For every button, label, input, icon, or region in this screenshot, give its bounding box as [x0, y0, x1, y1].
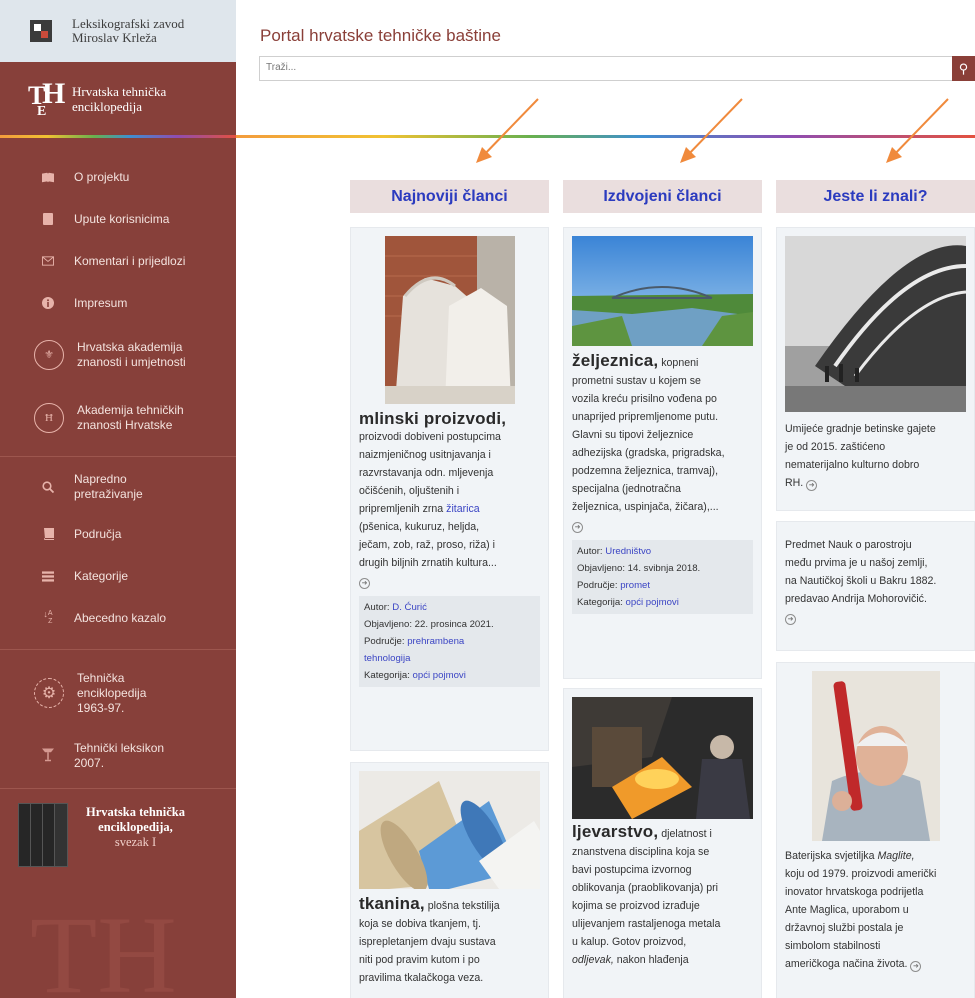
- sidebar-item-leksikon[interactable]: Tehnički leksikon 2007.: [0, 730, 236, 782]
- fact-image[interactable]: [785, 236, 966, 412]
- sidebar-divider: [0, 649, 236, 650]
- article-headword[interactable]: ljevarstvo,: [572, 822, 658, 841]
- sidebar-item-upute[interactable]: Upute korisnicima: [0, 198, 236, 240]
- sidebar-item-napredno[interactable]: Napredno pretraživanje: [0, 461, 236, 513]
- hte-name: Hrvatska tehnička enciklopedija: [72, 84, 167, 114]
- sidebar-item-hatz[interactable]: Ħ Akademija tehničkih znanosti Hrvatske: [0, 386, 236, 450]
- article-image[interactable]: [359, 771, 540, 889]
- category-link[interactable]: opći pojmovi: [626, 597, 679, 608]
- column-heading[interactable]: Jeste li znali?: [776, 180, 975, 213]
- hte-volume-link[interactable]: Hrvatska tehnička enciklopedija, svezak …: [0, 789, 236, 881]
- sidebar-item-hazu[interactable]: ⚜ Hrvatska akademija znanosti i umjetnost…: [0, 324, 236, 386]
- sidebar-item-kategorije[interactable]: Kategorije: [0, 555, 236, 597]
- column-newest: Najnoviji članci: [350, 180, 549, 213]
- gear-wheel-icon: ⚙: [34, 678, 64, 708]
- article-meta: Autor: D. Ćurić Objavljeno: 22. prosinca…: [359, 596, 540, 687]
- fact-card: Baterijska svjetiljka Maglite, koju od 1…: [776, 662, 975, 998]
- sidebar-item-te-1963[interactable]: ⚙ Tehnička enciklopedija 1963-97.: [0, 656, 236, 730]
- search-button[interactable]: ⚲: [952, 56, 975, 81]
- info-icon: [42, 297, 54, 309]
- main-content: Portal hrvatske tehničke baštine Traži..…: [236, 0, 975, 998]
- book-icon: [42, 528, 54, 540]
- more-arrow-icon[interactable]: ➜: [910, 961, 922, 972]
- page-title: Portal hrvatske tehničke baštine: [260, 26, 501, 45]
- more-arrow-icon[interactable]: ➜: [806, 480, 818, 491]
- app-root: Leksikografski zavod Miroslav Krleža THE…: [0, 0, 975, 998]
- sidebar-nav: O projektu Upute korisnicima Komentari i…: [0, 136, 236, 450]
- arrow-decoration: [886, 98, 949, 163]
- article-text: željeznica, kopneni prometni sustav u ko…: [572, 351, 725, 533]
- sidebar-divider: [0, 456, 236, 457]
- article-card: tkanina, plošna tekstilija koja se dobiv…: [350, 762, 549, 998]
- more-arrow-icon[interactable]: ➜: [572, 522, 583, 533]
- fact-card: Umijeće gradnje betinske gajete je od 20…: [776, 227, 975, 511]
- sidebar-item-podrucja[interactable]: Područja: [0, 513, 236, 555]
- sidebar-item-abecedno[interactable]: ↓ A Z Abecedno kazalo: [0, 597, 236, 639]
- author-link[interactable]: D. Ćurić: [392, 602, 427, 613]
- article-link[interactable]: žitarica: [446, 503, 480, 515]
- sidebar-nav-tools: Napredno pretraživanje Područja Kategorij…: [0, 461, 236, 639]
- search-icon: ⚲: [958, 60, 969, 76]
- search-icon: [42, 481, 54, 493]
- fact-image[interactable]: [811, 671, 940, 841]
- hte-logo-link[interactable]: THE Hrvatska tehnička enciklopedija: [0, 62, 236, 136]
- sort-alpha-icon: ↓ A Z: [43, 609, 53, 626]
- envelope-icon: [42, 256, 54, 266]
- book-open-icon: [42, 172, 54, 183]
- article-image[interactable]: [384, 236, 515, 404]
- book-volumes-image: [18, 803, 76, 867]
- arrow-decoration: [476, 98, 539, 163]
- lzmk-logo-link[interactable]: Leksikografski zavod Miroslav Krleža: [0, 0, 236, 62]
- rainbow-divider: [236, 135, 975, 138]
- article-headword[interactable]: željeznica,: [572, 351, 658, 370]
- fact-text: Predmet Nauk o parostroju među prvima je…: [785, 539, 937, 625]
- hte-watermark: TH: [30, 894, 177, 998]
- sidebar-item-o-projektu[interactable]: O projektu: [0, 156, 236, 198]
- article-text: tkanina, plošna tekstilija koja se dobiv…: [359, 894, 500, 985]
- rainbow-divider: [0, 135, 236, 138]
- column-featured: Izdvojeni članci: [563, 180, 762, 213]
- fact-text: Umijeće gradnje betinske gajete je od 20…: [785, 423, 936, 491]
- field-link[interactable]: tehnologija: [364, 653, 410, 664]
- category-link[interactable]: opći pojmovi: [413, 670, 466, 681]
- article-card: mlinski proizvodi, proizvodi dobiveni po…: [350, 227, 549, 751]
- column-heading[interactable]: Najnoviji članci: [350, 180, 549, 213]
- field-link[interactable]: promet: [620, 580, 650, 591]
- article-image[interactable]: [572, 236, 753, 346]
- hatz-emblem-icon: Ħ: [34, 403, 64, 433]
- hazu-emblem-icon: ⚜: [34, 340, 64, 370]
- hte-volume-title: Hrvatska tehnička enciklopedija, svezak …: [86, 805, 185, 849]
- article-meta: Autor: Uredništvo Objavljeno: 14. svibnj…: [572, 540, 753, 614]
- arrow-decoration: [680, 98, 743, 163]
- article-card: željeznica, kopneni prometni sustav u ko…: [563, 227, 762, 679]
- column-heading[interactable]: Izdvojeni članci: [563, 180, 762, 213]
- article-image[interactable]: [572, 697, 753, 819]
- sidebar-item-impresum[interactable]: Impresum: [0, 282, 236, 324]
- article-headword[interactable]: mlinski proizvodi,: [359, 410, 540, 428]
- lzmk-name: Leksikografski zavod Miroslav Krleža: [72, 16, 185, 45]
- author-link[interactable]: Uredništvo: [605, 546, 651, 557]
- article-card: ljevarstvo, djelatnost i znanstvena disc…: [563, 688, 762, 998]
- sidebar-nav-editions: ⚙ Tehnička enciklopedija 1963-97. Tehnički…: [0, 656, 236, 782]
- sidebar-item-komentari[interactable]: Komentari i prijedlozi: [0, 240, 236, 282]
- lzmk-logo-icon: [30, 20, 52, 42]
- lamp-icon: [42, 746, 54, 766]
- more-arrow-icon[interactable]: ➜: [359, 578, 370, 589]
- search-input[interactable]: Traži...: [259, 56, 953, 81]
- bookmark-icon: [42, 213, 54, 225]
- article-text: ljevarstvo, djelatnost i znanstvena disc…: [572, 822, 721, 967]
- list-icon: [42, 570, 54, 582]
- fact-card: Predmet Nauk o parostroju među prvima je…: [776, 521, 975, 651]
- more-arrow-icon[interactable]: ➜: [785, 614, 796, 625]
- hte-monogram-icon: THE: [28, 77, 66, 119]
- fact-text: Baterijska svjetiljka Maglite, koju od 1…: [785, 850, 937, 972]
- column-didyouknow: Jeste li znali?: [776, 180, 975, 213]
- sidebar: Leksikografski zavod Miroslav Krleža THE…: [0, 0, 236, 998]
- article-text: mlinski proizvodi, proizvodi dobiveni po…: [359, 410, 540, 590]
- field-link[interactable]: prehrambena: [407, 636, 464, 647]
- article-headword[interactable]: tkanina,: [359, 894, 425, 913]
